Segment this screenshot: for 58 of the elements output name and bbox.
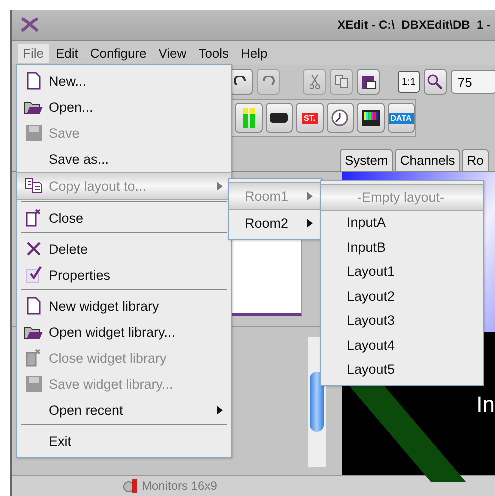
copy-icon (25, 178, 43, 194)
menu-item[interactable]: Layout5 (321, 358, 483, 382)
menu-item[interactable]: Open widget library... (17, 319, 231, 345)
menu-item[interactable]: Room2 (229, 210, 321, 236)
undo-button[interactable] (230, 69, 253, 95)
clock-widget-button[interactable] (326, 103, 354, 133)
menu-item[interactable]: Properties (17, 262, 231, 288)
menu-item[interactable]: Open recent (17, 397, 231, 423)
menu-title[interactable]: View (154, 44, 192, 62)
preview-caption: In (476, 392, 495, 418)
menu-item[interactable]: Save as... (17, 146, 231, 172)
label-icon (270, 113, 288, 123)
tab[interactable]: Channels (395, 149, 460, 171)
tab[interactable]: Ro (462, 149, 489, 171)
x-logo-icon (20, 17, 40, 33)
menu-item[interactable]: InputB (321, 235, 483, 260)
menu-item[interactable]: Open... (17, 94, 231, 120)
data-widget-button[interactable]: DATA (388, 103, 415, 133)
color-bars-icon (362, 110, 380, 126)
clipboard-icon (360, 74, 377, 90)
status-widget-button[interactable]: ST. (296, 103, 324, 133)
copy-icon (334, 75, 349, 89)
cut-button[interactable] (303, 69, 326, 95)
color-bars-widget-button[interactable] (357, 103, 384, 133)
clock-icon (331, 109, 350, 127)
copy-button[interactable] (330, 69, 354, 95)
document-x-icon (26, 349, 42, 367)
menu-item[interactable]: New... (17, 68, 231, 94)
zoom-button[interactable] (424, 69, 447, 95)
paste-button[interactable] (357, 69, 380, 95)
menu-title[interactable]: File (18, 44, 49, 62)
magnifier-icon (427, 74, 444, 90)
menu-item[interactable]: Close (17, 205, 231, 231)
label-widget-button[interactable] (266, 103, 293, 133)
menu-title[interactable]: Configure (85, 44, 152, 62)
menu-title[interactable]: Edit (50, 44, 84, 62)
scissors-icon (310, 74, 320, 90)
menu-item[interactable]: Layout3 (321, 308, 483, 333)
menu-item[interactable]: Delete (17, 236, 231, 262)
menu-title[interactable]: Help (236, 44, 273, 62)
x-icon (26, 241, 42, 257)
window-title: XEdit - C:\_DBXEdit\DB_1 - (338, 18, 491, 32)
menu-item[interactable]: Layout1 (321, 260, 483, 284)
document-icon (27, 72, 41, 90)
level-meter-icon (242, 108, 256, 128)
menu-item[interactable]: Layout4 (321, 333, 483, 358)
actual-size-button[interactable]: 1:1 (398, 71, 420, 93)
menu-item[interactable]: New widget library (17, 293, 231, 319)
status-label: Monitors 16x9 (142, 479, 218, 493)
menu-title[interactable]: Tools (194, 44, 234, 62)
scroll-thumb[interactable] (310, 372, 324, 432)
checkbox-icon (26, 266, 42, 284)
zoom-field[interactable]: 75 (450, 70, 495, 94)
menu-item[interactable]: Layout2 (321, 284, 483, 308)
document-x-icon (26, 209, 42, 227)
menu-item[interactable]: Exit (17, 428, 231, 454)
tab[interactable]: System (340, 149, 394, 171)
menu-item[interactable]: InputA (321, 210, 483, 235)
